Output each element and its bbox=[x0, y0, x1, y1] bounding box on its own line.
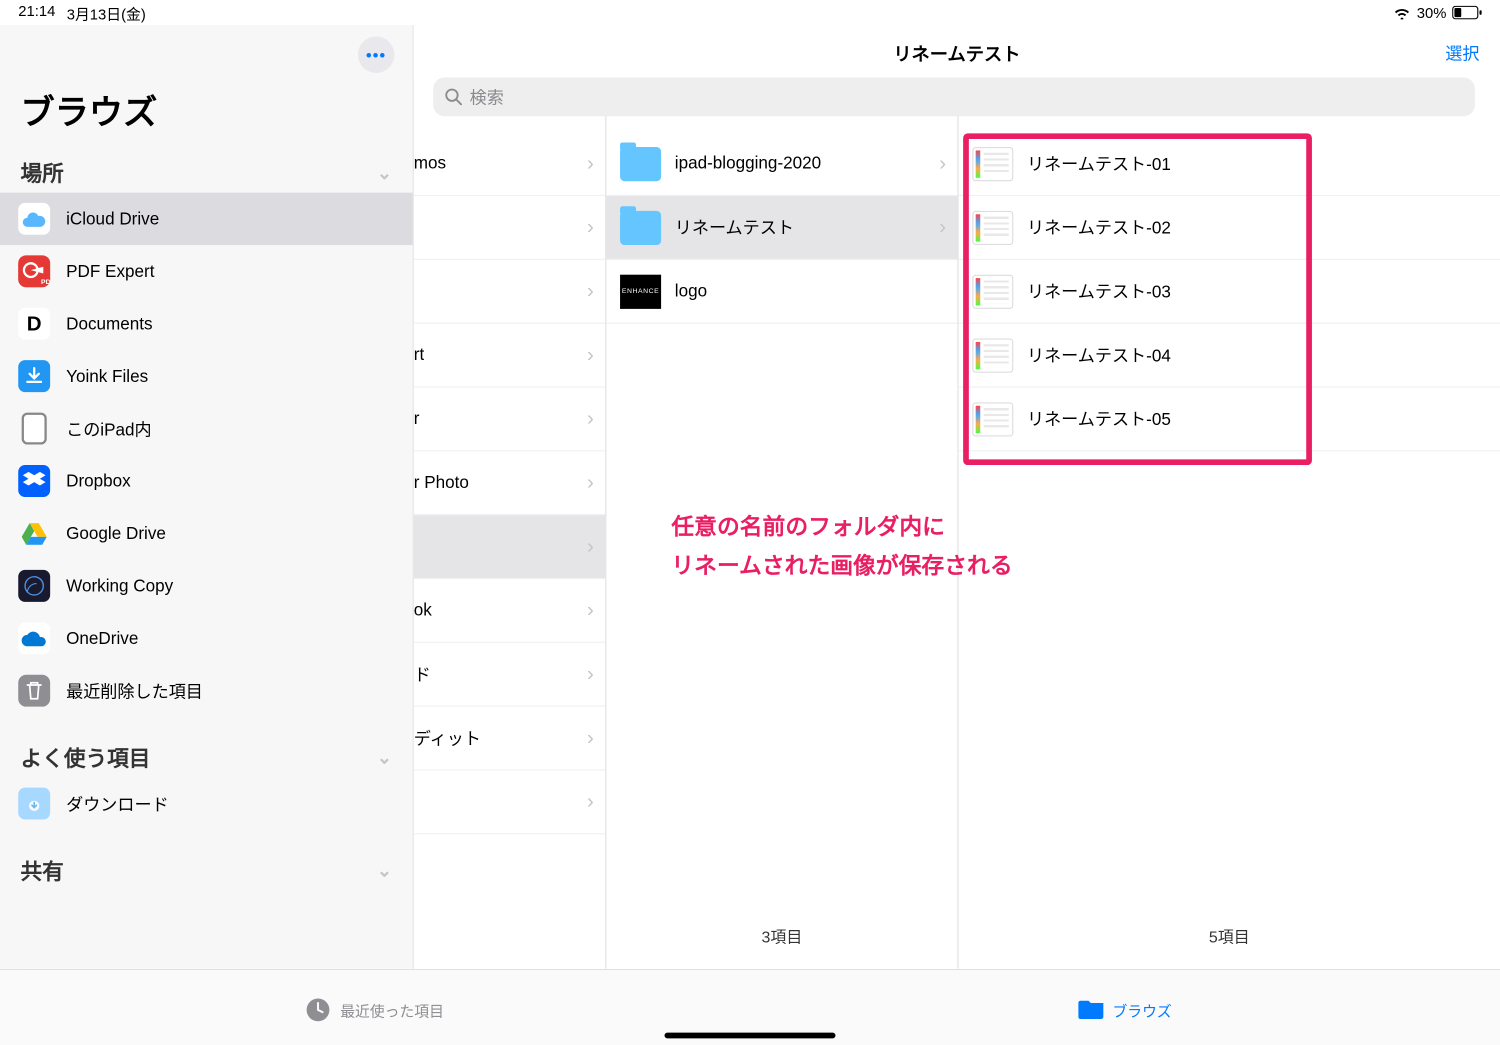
image-thumbnail-icon bbox=[972, 210, 1013, 244]
chevron-right-icon: › bbox=[587, 662, 594, 686]
list-item[interactable]: リネームテスト › bbox=[606, 196, 957, 260]
sidebar-item-documents[interactable]: D Documents bbox=[0, 297, 413, 349]
documents-icon: D bbox=[18, 308, 50, 340]
search-placeholder: 検索 bbox=[470, 85, 504, 109]
wifi-icon bbox=[1393, 6, 1411, 20]
chevron-right-icon: › bbox=[587, 471, 594, 495]
sidebar-item-downloads[interactable]: ダウンロード bbox=[0, 777, 413, 829]
gdrive-icon bbox=[18, 517, 50, 549]
yoink-icon bbox=[18, 360, 50, 392]
ipad-icon bbox=[18, 413, 50, 445]
section-locations[interactable]: 場所 ⌄ bbox=[0, 150, 413, 192]
tab-bar: 最近使った項目 ブラウズ bbox=[0, 969, 1500, 1045]
item-count: 5項目 bbox=[959, 905, 1500, 969]
status-bar: 21:14 3月13日(金) 30% bbox=[0, 0, 1500, 25]
chevron-right-icon: › bbox=[939, 152, 946, 176]
list-item[interactable]: rt› bbox=[414, 324, 605, 388]
image-thumbnail-icon bbox=[972, 274, 1013, 308]
sidebar-item-ipad[interactable]: このiPad内 bbox=[0, 402, 413, 454]
image-thumbnail-icon bbox=[972, 146, 1013, 180]
list-item[interactable]: ipad-blogging-2020 › bbox=[606, 132, 957, 196]
list-item[interactable]: リネームテスト-01 bbox=[959, 132, 1500, 196]
sidebar-item-onedrive[interactable]: OneDrive bbox=[0, 612, 413, 664]
clock-icon bbox=[306, 997, 331, 1022]
list-item[interactable]: r› bbox=[414, 388, 605, 452]
list-item[interactable]: ド› bbox=[414, 643, 605, 707]
list-item[interactable]: ENHANCE logo bbox=[606, 260, 957, 324]
dropbox-icon bbox=[18, 465, 50, 497]
chevron-right-icon: › bbox=[587, 790, 594, 814]
home-indicator[interactable] bbox=[665, 1033, 836, 1039]
more-button[interactable]: ••• bbox=[358, 36, 394, 72]
folder-icon bbox=[620, 146, 661, 180]
list-item[interactable]: ディット› bbox=[414, 707, 605, 771]
working-copy-icon bbox=[18, 570, 50, 602]
list-item[interactable]: リネームテスト-03 bbox=[959, 260, 1500, 324]
logo-thumbnail-icon: ENHANCE bbox=[620, 274, 661, 308]
list-item[interactable]: › bbox=[414, 771, 605, 835]
status-date: 3月13日(金) bbox=[67, 2, 146, 24]
icloud-icon bbox=[18, 203, 50, 235]
list-item[interactable]: リネームテスト-04 bbox=[959, 324, 1500, 388]
chevron-right-icon: › bbox=[587, 726, 594, 750]
image-thumbnail-icon bbox=[972, 402, 1013, 436]
chevron-right-icon: › bbox=[587, 407, 594, 431]
search-icon bbox=[445, 88, 463, 106]
chevron-right-icon: › bbox=[939, 215, 946, 239]
column-0: mos› › › rt› r› r Photo› › ok› ド› ディット› … bbox=[414, 25, 607, 969]
status-time: 21:14 bbox=[18, 2, 55, 24]
chevron-down-icon: ⌄ bbox=[377, 859, 392, 882]
sidebar-item-gdrive[interactable]: Google Drive bbox=[0, 507, 413, 559]
chevron-down-icon: ⌄ bbox=[377, 161, 392, 184]
section-favorites[interactable]: よく使う項目 ⌄ bbox=[0, 735, 413, 777]
chevron-right-icon: › bbox=[587, 343, 594, 367]
chevron-right-icon: › bbox=[587, 152, 594, 176]
list-item[interactable]: › bbox=[414, 260, 605, 324]
list-item[interactable]: › bbox=[414, 515, 605, 579]
chevron-down-icon: ⌄ bbox=[377, 746, 392, 769]
chevron-right-icon: › bbox=[587, 279, 594, 303]
sidebar: ••• ブラウズ 場所 ⌄ iCloud Drive PDF PDF Exper… bbox=[0, 25, 414, 969]
chevron-right-icon: › bbox=[587, 535, 594, 559]
list-item[interactable]: r Photo› bbox=[414, 451, 605, 515]
sidebar-item-trash[interactable]: 最近削除した項目 bbox=[0, 665, 413, 717]
tab-recent[interactable]: 最近使った項目 bbox=[0, 997, 750, 1022]
sidebar-item-dropbox[interactable]: Dropbox bbox=[0, 455, 413, 507]
download-folder-icon bbox=[18, 788, 50, 820]
chevron-right-icon: › bbox=[587, 598, 594, 622]
list-item[interactable]: ok› bbox=[414, 579, 605, 643]
svg-text:PDF: PDF bbox=[41, 279, 50, 286]
onedrive-icon bbox=[18, 622, 50, 654]
list-item[interactable]: リネームテスト-02 bbox=[959, 196, 1500, 260]
tab-browse[interactable]: ブラウズ bbox=[750, 997, 1500, 1022]
folder-icon bbox=[1078, 997, 1103, 1022]
column-2: リネームテスト-01 リネームテスト-02 リネームテスト-03 リネームテスト… bbox=[959, 25, 1500, 969]
section-shared[interactable]: 共有 ⌄ bbox=[0, 848, 413, 890]
list-item[interactable]: リネームテスト-05 bbox=[959, 388, 1500, 452]
chevron-right-icon: › bbox=[587, 215, 594, 239]
folder-icon bbox=[620, 210, 661, 244]
sidebar-title: ブラウズ bbox=[0, 80, 413, 151]
battery-icon bbox=[1452, 6, 1482, 20]
trash-icon bbox=[18, 675, 50, 707]
item-count: 3項目 bbox=[606, 905, 957, 969]
pdf-expert-icon: PDF bbox=[18, 255, 50, 287]
sidebar-item-pdf-expert[interactable]: PDF PDF Expert bbox=[0, 245, 413, 297]
list-item[interactable]: › bbox=[414, 196, 605, 260]
sidebar-item-working-copy[interactable]: Working Copy bbox=[0, 560, 413, 612]
list-item[interactable]: mos› bbox=[414, 132, 605, 196]
battery-percent: 30% bbox=[1417, 4, 1447, 21]
sidebar-item-yoink[interactable]: Yoink Files bbox=[0, 350, 413, 402]
image-thumbnail-icon bbox=[972, 338, 1013, 372]
column-1: ipad-blogging-2020 › リネームテスト › ENHANCE l… bbox=[606, 25, 958, 969]
annotation-text: 任意の名前のフォルダ内に リネームされた画像が保存される bbox=[671, 508, 1012, 586]
sidebar-item-icloud[interactable]: iCloud Drive bbox=[0, 193, 413, 245]
